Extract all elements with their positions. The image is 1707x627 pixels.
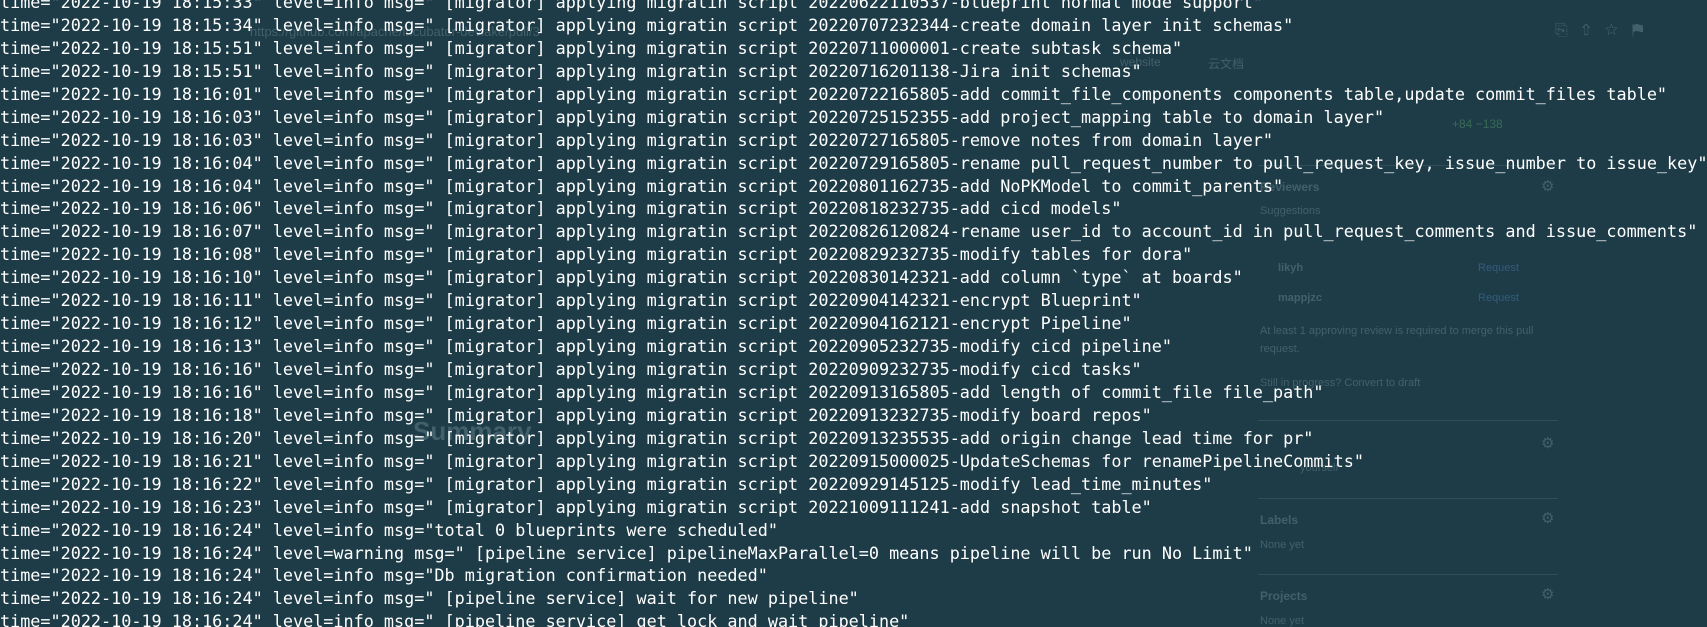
log-line: time="2022-10-19 18:16:04" level=info ms… [0, 175, 1284, 196]
screenshot: https://github.com/apache/incubator-devl… [0, 0, 1707, 627]
log-line: time="2022-10-19 18:16:10" level=info ms… [0, 267, 1243, 288]
log-line: time="2022-10-19 18:16:24" level=info ms… [0, 565, 768, 586]
log-line: time="2022-10-19 18:16:04" level=info ms… [0, 152, 1707, 173]
log-line: time="2022-10-19 18:16:24" level=info ms… [0, 519, 778, 540]
log-line: time="2022-10-19 18:15:51" level=info ms… [0, 60, 1142, 81]
log-line: time="2022-10-19 18:16:16" level=info ms… [0, 381, 1324, 402]
log-line: time="2022-10-19 18:16:06" level=info ms… [0, 198, 1122, 219]
log-line: time="2022-10-19 18:16:18" level=info ms… [0, 404, 1152, 425]
terminal-log[interactable]: time="2022-10-19 18:15:33" level=info ms… [0, 0, 1707, 627]
log-line: time="2022-10-19 18:16:22" level=info ms… [0, 473, 1213, 494]
log-line: time="2022-10-19 18:16:16" level=info ms… [0, 359, 1142, 379]
log-line: time="2022-10-19 18:15:34" level=info ms… [0, 14, 1294, 35]
log-line: time="2022-10-19 18:16:08" level=info ms… [0, 244, 1193, 265]
log-line: time="2022-10-19 18:16:24" level=info ms… [0, 588, 859, 609]
log-line: time="2022-10-19 18:16:03" level=info ms… [0, 106, 1385, 127]
log-line: time="2022-10-19 18:15:51" level=info ms… [0, 37, 1183, 58]
log-line: time="2022-10-19 18:16:21" level=info ms… [0, 450, 1364, 471]
log-line: time="2022-10-19 18:16:01" level=info ms… [0, 83, 1668, 104]
log-line: time="2022-10-19 18:15:33" level=info ms… [0, 0, 1263, 12]
log-line: time="2022-10-19 18:16:13" level=info ms… [0, 336, 1172, 357]
log-line: time="2022-10-19 18:16:12" level=info ms… [0, 313, 1132, 334]
log-line: time="2022-10-19 18:16:11" level=info ms… [0, 290, 1142, 311]
log-line: time="2022-10-19 18:16:07" level=info ms… [0, 221, 1698, 242]
log-line: time="2022-10-19 18:16:23" level=info ms… [0, 496, 1152, 517]
log-line: time="2022-10-19 18:16:24" level=info ms… [0, 611, 910, 627]
log-line: time="2022-10-19 18:16:03" level=info ms… [0, 129, 1273, 150]
log-line: time="2022-10-19 18:16:20" level=info ms… [0, 427, 1314, 448]
log-line: time="2022-10-19 18:16:24" level=warning… [0, 542, 1253, 563]
